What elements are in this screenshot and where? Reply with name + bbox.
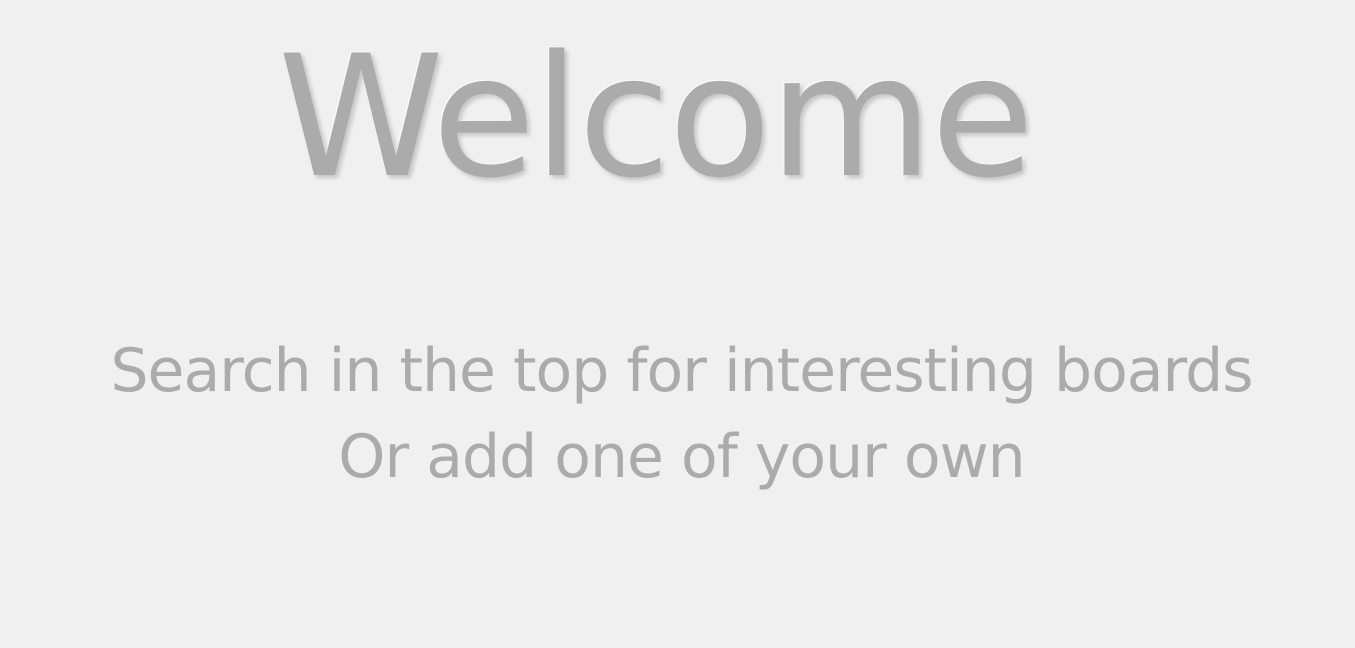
welcome-screen: Welcome Search in the top for interestin…: [0, 0, 1355, 648]
welcome-title: Welcome: [277, 19, 1034, 215]
welcome-subtitle: Search in the top for interesting boards…: [0, 328, 1355, 500]
welcome-subtitle-line-search: Search in the top for interesting boards: [110, 336, 1253, 406]
welcome-subtitle-line-add: Or add one of your own: [338, 422, 1025, 492]
